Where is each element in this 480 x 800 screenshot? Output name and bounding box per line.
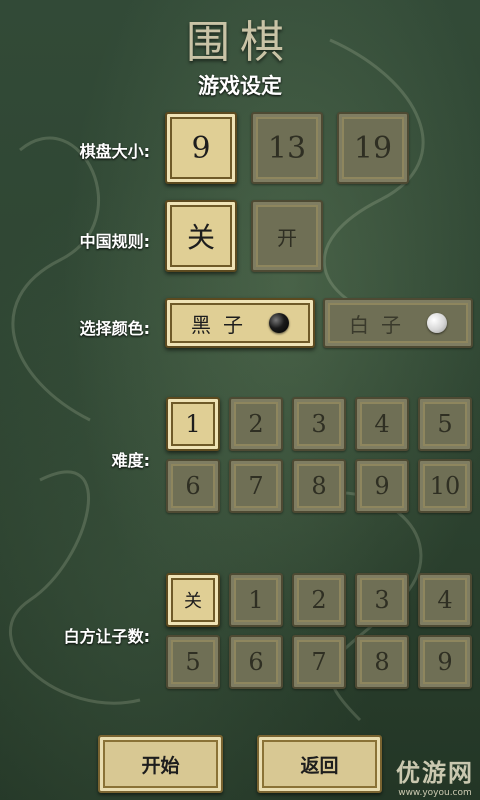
chinese-rules-label: 中国规则: — [79, 232, 150, 251]
handicap-9-button[interactable]: 9 — [418, 635, 472, 689]
white-stone-option[interactable]: 白子 — [323, 298, 473, 348]
back-button[interactable]: 返回 — [257, 735, 382, 793]
rules-on-button[interactable]: 开 — [251, 200, 323, 272]
handicap-3-button[interactable]: 3 — [355, 573, 409, 627]
white-stone-icon — [427, 313, 447, 333]
color-label: 选择颜色: — [79, 319, 150, 338]
difficulty-9-button[interactable]: 9 — [355, 459, 409, 513]
difficulty-7-button[interactable]: 7 — [229, 459, 283, 513]
difficulty-2-button[interactable]: 2 — [229, 397, 283, 451]
difficulty-5-button[interactable]: 5 — [418, 397, 472, 451]
white-stone-text: 白子 — [349, 312, 413, 337]
handicap-2-button[interactable]: 2 — [292, 573, 346, 627]
game-title: 围棋 — [186, 17, 294, 68]
difficulty-1-button[interactable]: 1 — [166, 397, 220, 451]
handicap-7-button[interactable]: 7 — [292, 635, 346, 689]
site-watermark: 优游网 www.yoyou.com — [396, 753, 474, 798]
difficulty-10-button[interactable]: 10 — [418, 459, 472, 513]
difficulty-6-button[interactable]: 6 — [166, 459, 220, 513]
handicap-6-button[interactable]: 6 — [229, 635, 283, 689]
board-size-19-button[interactable]: 19 — [337, 112, 409, 184]
handicap-4-button[interactable]: 4 — [418, 573, 472, 627]
handicap-label: 白方让子数: — [63, 627, 150, 646]
handicap-1-button[interactable]: 1 — [229, 573, 283, 627]
handicap-off-button[interactable]: 关 — [166, 573, 220, 627]
black-stone-option[interactable]: 黑子 — [165, 298, 315, 348]
difficulty-8-button[interactable]: 8 — [292, 459, 346, 513]
board-size-label: 棋盘大小: — [79, 142, 150, 161]
difficulty-label: 难度: — [111, 451, 150, 470]
black-stone-text: 黑子 — [191, 312, 255, 337]
rules-off-button[interactable]: 关 — [165, 200, 237, 272]
board-size-9-button[interactable]: 9 — [165, 112, 237, 184]
difficulty-4-button[interactable]: 4 — [355, 397, 409, 451]
difficulty-3-button[interactable]: 3 — [292, 397, 346, 451]
board-size-13-button[interactable]: 13 — [251, 112, 323, 184]
black-stone-icon — [269, 313, 289, 333]
watermark-main: 优游网 — [396, 759, 474, 787]
handicap-8-button[interactable]: 8 — [355, 635, 409, 689]
watermark-url: www.yoyou.com — [398, 788, 472, 798]
start-button[interactable]: 开始 — [98, 735, 223, 793]
handicap-5-button[interactable]: 5 — [166, 635, 220, 689]
settings-heading: 游戏设定 — [198, 74, 282, 98]
